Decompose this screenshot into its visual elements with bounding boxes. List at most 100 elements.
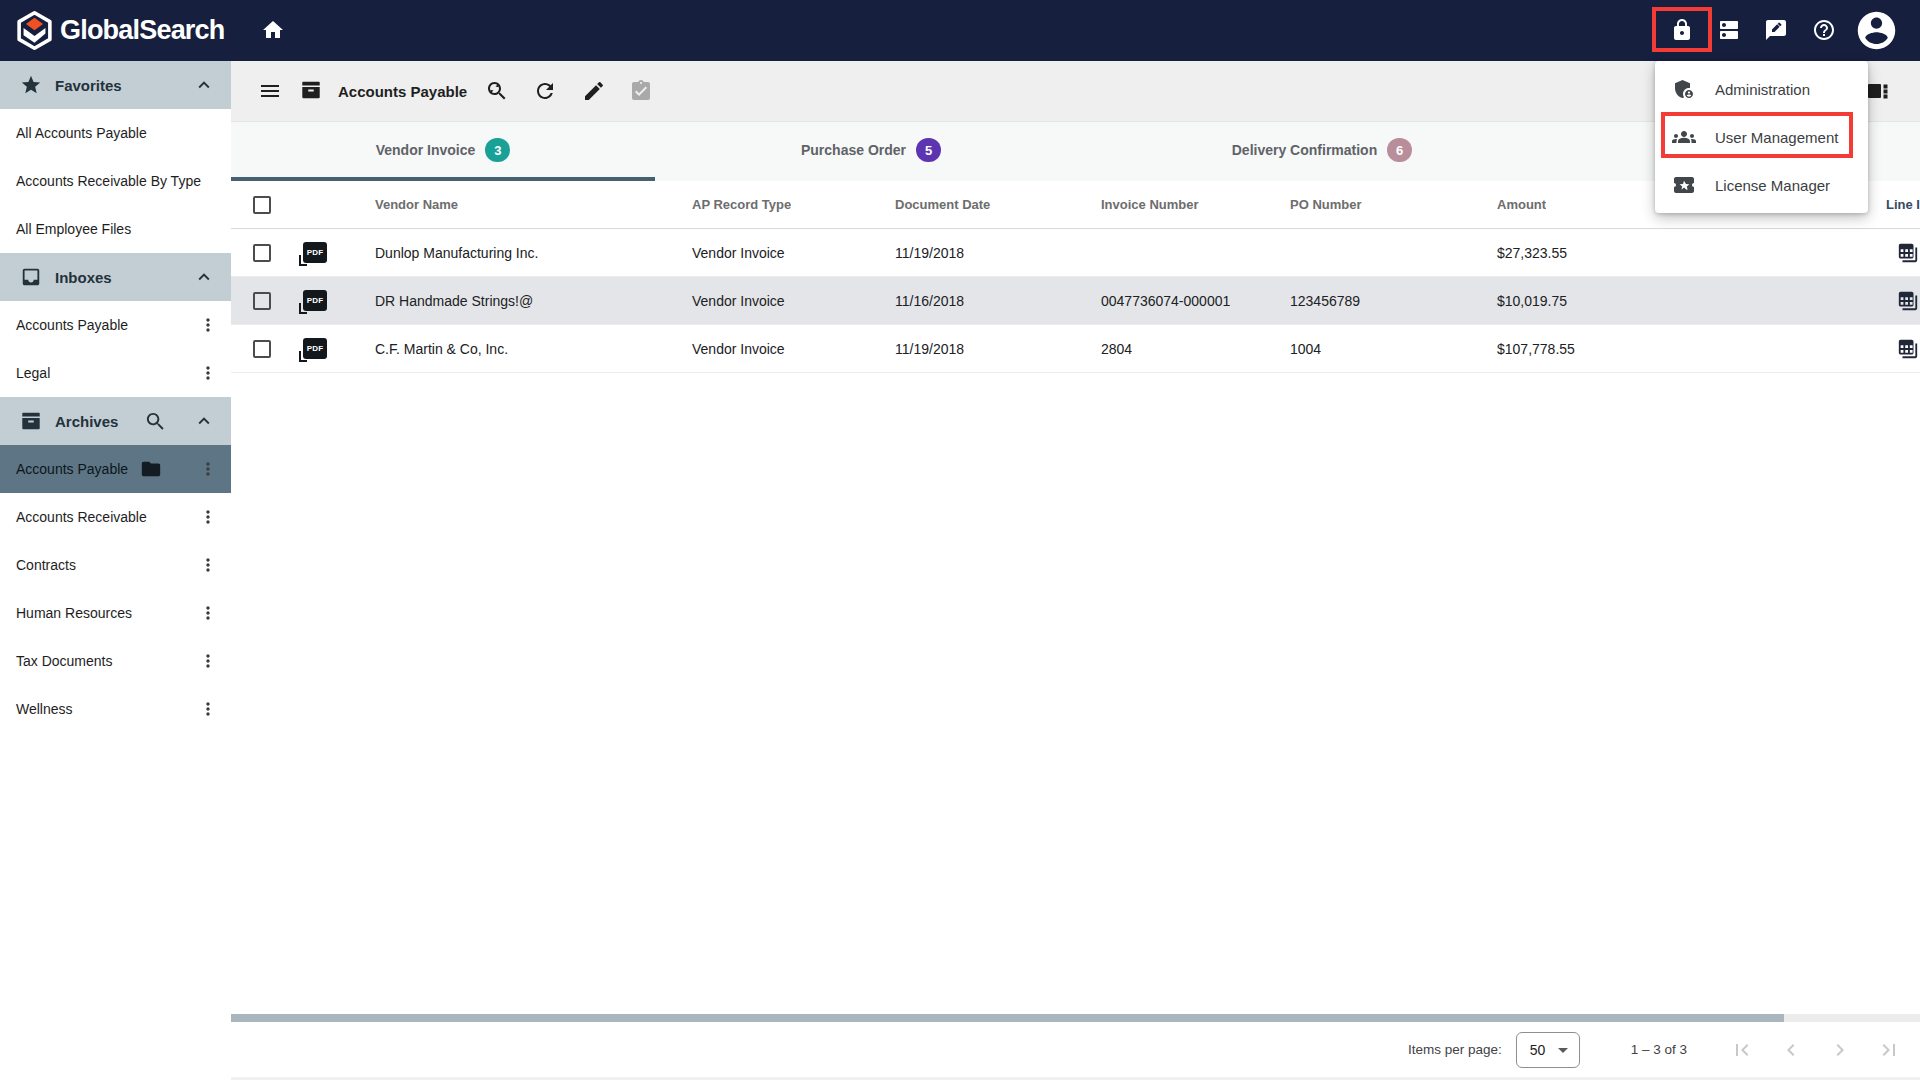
archive-icon (20, 410, 42, 432)
sidebar: FavoritesAll Accounts PayableAccounts Re… (0, 61, 231, 1080)
sidebar-item[interactable]: All Employee Files (0, 205, 231, 253)
home-icon[interactable] (261, 18, 285, 42)
kebab-menu-icon[interactable] (198, 507, 218, 527)
sidebar-item[interactable]: Accounts Receivable By Type (0, 157, 231, 205)
star-icon (20, 74, 42, 96)
first-page-icon[interactable] (1730, 1038, 1754, 1062)
page-range-label: 1 – 3 of 3 (1631, 1042, 1687, 1057)
chevron-up-icon[interactable] (193, 74, 215, 96)
lock-icon[interactable] (1670, 18, 1694, 42)
user-menu: AdministrationUser ManagementLicense Man… (1655, 61, 1868, 213)
column-header[interactable]: PO Number (1290, 181, 1362, 228)
column-header[interactable]: Invoice Number (1101, 181, 1199, 228)
sidebar-item[interactable]: Legal (0, 349, 231, 397)
tab-purchase-order[interactable]: Purchase Order5 (655, 122, 1087, 178)
admin-icon (1672, 77, 1696, 101)
tasks-icon[interactable] (629, 79, 653, 103)
previous-page-icon[interactable] (1779, 1038, 1803, 1062)
sidebar-section-inboxes[interactable]: Inboxes (0, 253, 231, 301)
line-items-icon[interactable] (1897, 242, 1919, 264)
item-label: Wellness (16, 701, 73, 717)
kebab-menu-icon[interactable] (198, 315, 218, 335)
feedback-icon[interactable] (1764, 18, 1788, 42)
kebab-menu-icon[interactable] (198, 555, 218, 575)
sidebar-item[interactable]: Human Resources (0, 589, 231, 637)
tab-count-badge: 6 (1387, 138, 1412, 162)
select-all-checkbox[interactable] (253, 196, 271, 214)
item-label: Tax Documents (16, 653, 112, 669)
groups-icon (1672, 125, 1696, 149)
pdf-document-icon[interactable]: PDF (303, 290, 327, 311)
cell-invoice-number: 2804 (1101, 325, 1132, 372)
column-header[interactable]: Amount (1497, 181, 1546, 228)
items-per-page-select[interactable]: 50 (1516, 1032, 1580, 1068)
table-row[interactable]: PDFDunlop Manufacturing Inc.Vendor Invoi… (231, 229, 1920, 277)
menu-item-license-manager[interactable]: License Manager (1655, 161, 1868, 209)
menu-item-administration[interactable]: Administration (1655, 65, 1868, 113)
chevron-up-icon[interactable] (193, 410, 215, 432)
tab-vendor-invoice[interactable]: Vendor Invoice3 (231, 122, 655, 178)
table-row[interactable]: PDFDR Handmade Strings!@Vendor Invoice11… (231, 277, 1920, 325)
line-items-icon[interactable] (1897, 338, 1919, 360)
sidebar-item[interactable]: All Accounts Payable (0, 109, 231, 157)
kebab-menu-icon[interactable] (198, 603, 218, 623)
horizontal-scrollbar[interactable] (231, 1014, 1920, 1022)
bottom-bar: Items per page: 50 1 – 3 of 3 (231, 1014, 1920, 1080)
row-checkbox[interactable] (253, 340, 271, 358)
tab-delivery-confirmation[interactable]: Delivery Confirmation6 (1087, 122, 1557, 178)
menu-icon[interactable] (258, 79, 282, 103)
items-per-page-value: 50 (1530, 1042, 1546, 1058)
section-label: Inboxes (55, 269, 112, 286)
kebab-menu-icon[interactable] (198, 459, 218, 479)
kebab-menu-icon[interactable] (198, 699, 218, 719)
sidebar-item[interactable]: Accounts Receivable (0, 493, 231, 541)
sidebar-section-favorites[interactable]: Favorites (0, 61, 231, 109)
line-items-icon[interactable] (1897, 290, 1919, 312)
section-label: Favorites (55, 77, 122, 94)
view-columns-icon[interactable] (1866, 79, 1890, 103)
kebab-menu-icon[interactable] (198, 363, 218, 383)
cell-ap-record-type: Vendor Invoice (692, 229, 785, 276)
items-per-page-label: Items per page: (1408, 1042, 1502, 1057)
pdf-document-icon[interactable]: PDF (303, 338, 327, 359)
last-page-icon[interactable] (1877, 1038, 1901, 1062)
refresh-icon[interactable] (533, 79, 557, 103)
edit-icon[interactable] (582, 79, 606, 103)
column-header[interactable]: Document Date (895, 181, 990, 228)
ticket-icon (1672, 173, 1696, 197)
chevron-up-icon[interactable] (193, 266, 215, 288)
cell-amount: $27,323.55 (1497, 229, 1567, 276)
column-header[interactable]: AP Record Type (692, 181, 791, 228)
search-icon[interactable] (144, 410, 167, 433)
item-label: Accounts Payable (16, 461, 128, 477)
sidebar-item[interactable]: Tax Documents (0, 637, 231, 685)
sidebar-item[interactable]: Accounts Payable (0, 301, 231, 349)
sidebar-item[interactable]: Wellness (0, 685, 231, 733)
item-label: Accounts Receivable (16, 509, 147, 525)
tab-count-badge: 3 (485, 138, 510, 162)
avatar-icon[interactable] (1854, 8, 1899, 53)
column-header[interactable]: Vendor Name (375, 181, 458, 228)
sidebar-item[interactable]: Contracts (0, 541, 231, 589)
table-row[interactable]: PDFC.F. Martin & Co, Inc.Vendor Invoice1… (231, 325, 1920, 373)
help-icon[interactable] (1812, 18, 1836, 42)
table-rows: PDFDunlop Manufacturing Inc.Vendor Invoi… (231, 229, 1920, 373)
sidebar-item[interactable]: Accounts Payable (0, 445, 231, 493)
cell-document-date: 11/19/2018 (895, 229, 964, 276)
brand: GlobalSearch (14, 10, 224, 51)
dns-icon[interactable] (1717, 18, 1741, 42)
main-content: Accounts Payable Vendor Invoice3Purchase… (231, 61, 1920, 1080)
item-label: All Employee Files (16, 221, 131, 237)
scrollbar-thumb[interactable] (231, 1014, 1784, 1022)
kebab-menu-icon[interactable] (198, 651, 218, 671)
pdf-document-icon[interactable]: PDF (303, 242, 327, 263)
next-page-icon[interactable] (1828, 1038, 1852, 1062)
inbox-icon (20, 266, 42, 288)
row-checkbox[interactable] (253, 292, 271, 310)
row-checkbox[interactable] (253, 244, 271, 262)
tab-label: Purchase Order (801, 142, 906, 158)
refine-search-icon[interactable] (485, 79, 509, 103)
sidebar-section-archives[interactable]: Archives (0, 397, 231, 445)
menu-item-user-management[interactable]: User Management (1655, 113, 1868, 161)
column-header[interactable]: Line Items (1886, 181, 1920, 228)
